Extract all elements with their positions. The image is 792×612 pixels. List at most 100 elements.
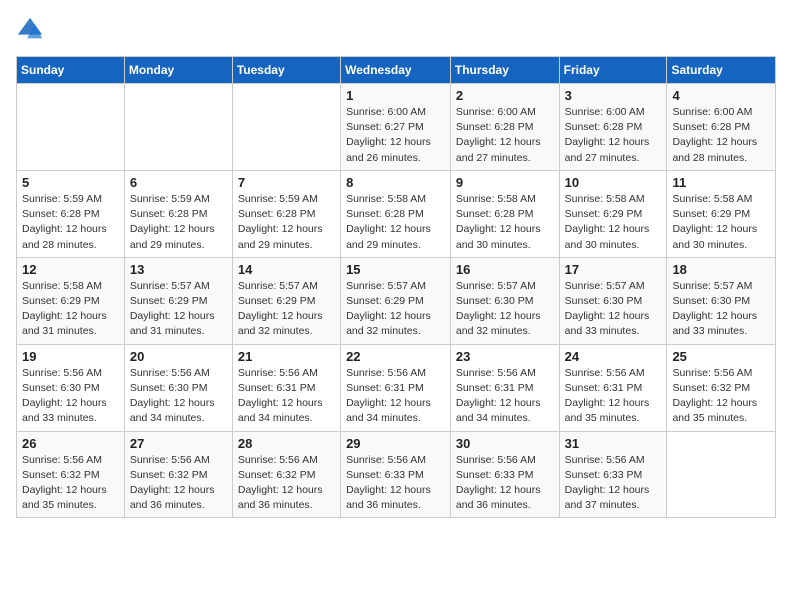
cell-week3-day3: 22 Sunrise: 5:56 AM Sunset: 6:31 PM Dayli… [341, 344, 451, 431]
day-number: 16 [456, 262, 554, 277]
cell-week2-day5: 17Sunrise: 5:57 AM Sunset: 6:30 PM Dayli… [559, 257, 667, 344]
day-number: 30 [456, 436, 554, 451]
day-info: Sunrise: 5:56 AM Sunset: 6:32 PM Dayligh… [22, 453, 119, 514]
calendar-header: SundayMondayTuesdayWednesdayThursdayFrid… [17, 57, 776, 84]
header [16, 16, 776, 44]
header-monday: Monday [124, 57, 232, 84]
cell-week3-day1: 20 Sunrise: 5:56 AM Sunset: 6:30 PM Dayli… [124, 344, 232, 431]
cell-week4-day1: 27 Sunrise: 5:56 AM Sunset: 6:32 PM Dayli… [124, 431, 232, 518]
week-row-2: 12 Sunrise: 5:58 AM Sunset: 6:29 PM Dayli… [17, 257, 776, 344]
day-number: 1 [346, 88, 445, 103]
cell-week4-day0: 26 Sunrise: 5:56 AM Sunset: 6:32 PM Dayli… [17, 431, 125, 518]
day-info: Sunrise: 5:57 AM Sunset: 6:29 PM Dayligh… [238, 279, 335, 340]
day-number: 6 [130, 175, 227, 190]
week-row-4: 26 Sunrise: 5:56 AM Sunset: 6:32 PM Dayli… [17, 431, 776, 518]
day-info: Sunrise: 6:00 AM Sunset: 6:28 PM Dayligh… [456, 105, 554, 166]
day-info: Sunrise: 5:57 AM Sunset: 6:30 PM Dayligh… [565, 279, 662, 340]
cell-week2-day6: 18 Sunrise: 5:57 AM Sunset: 6:30 PM Dayli… [667, 257, 776, 344]
day-number: 3 [565, 88, 662, 103]
cell-week0-day6: 4 Sunrise: 6:00 AM Sunset: 6:28 PM Daylig… [667, 84, 776, 171]
day-info: Sunrise: 5:58 AM Sunset: 6:29 PM Dayligh… [22, 279, 119, 340]
day-info: Sunrise: 5:58 AM Sunset: 6:28 PM Dayligh… [456, 192, 554, 253]
day-number: 29 [346, 436, 445, 451]
header-wednesday: Wednesday [341, 57, 451, 84]
day-number: 12 [22, 262, 119, 277]
cell-week4-day3: 29 Sunrise: 5:56 AM Sunset: 6:33 PM Dayli… [341, 431, 451, 518]
day-number: 20 [130, 349, 227, 364]
cell-week2-day2: 14 Sunrise: 5:57 AM Sunset: 6:29 PM Dayli… [232, 257, 340, 344]
day-info: Sunrise: 6:00 AM Sunset: 6:27 PM Dayligh… [346, 105, 445, 166]
cell-week1-day5: 10 Sunrise: 5:58 AM Sunset: 6:29 PM Dayli… [559, 170, 667, 257]
cell-week0-day5: 3 Sunrise: 6:00 AM Sunset: 6:28 PM Daylig… [559, 84, 667, 171]
day-number: 11 [672, 175, 770, 190]
day-info: Sunrise: 5:58 AM Sunset: 6:29 PM Dayligh… [565, 192, 662, 253]
cell-week0-day3: 1 Sunrise: 6:00 AM Sunset: 6:27 PM Daylig… [341, 84, 451, 171]
day-number: 2 [456, 88, 554, 103]
cell-week0-day1 [124, 84, 232, 171]
day-info: Sunrise: 5:56 AM Sunset: 6:33 PM Dayligh… [456, 453, 554, 514]
day-info: Sunrise: 6:00 AM Sunset: 6:28 PM Dayligh… [565, 105, 662, 166]
cell-week1-day0: 5Sunrise: 5:59 AM Sunset: 6:28 PM Daylig… [17, 170, 125, 257]
logo-icon [16, 16, 44, 44]
day-info: Sunrise: 5:58 AM Sunset: 6:28 PM Dayligh… [346, 192, 445, 253]
week-row-3: 19 Sunrise: 5:56 AM Sunset: 6:30 PM Dayli… [17, 344, 776, 431]
header-saturday: Saturday [667, 57, 776, 84]
day-info: Sunrise: 5:56 AM Sunset: 6:31 PM Dayligh… [565, 366, 662, 427]
day-info: Sunrise: 5:57 AM Sunset: 6:29 PM Dayligh… [130, 279, 227, 340]
cell-week3-day0: 19 Sunrise: 5:56 AM Sunset: 6:30 PM Dayli… [17, 344, 125, 431]
day-info: Sunrise: 5:59 AM Sunset: 6:28 PM Dayligh… [130, 192, 227, 253]
header-sunday: Sunday [17, 57, 125, 84]
day-number: 4 [672, 88, 770, 103]
header-thursday: Thursday [450, 57, 559, 84]
cell-week1-day1: 6 Sunrise: 5:59 AM Sunset: 6:28 PM Daylig… [124, 170, 232, 257]
week-row-1: 5 Sunrise: 5:59 AM Sunset: 6:28 PM Daylig… [17, 170, 776, 257]
day-number: 18 [672, 262, 770, 277]
day-number: 23 [456, 349, 554, 364]
day-number: 21 [238, 349, 335, 364]
day-info: Sunrise: 5:56 AM Sunset: 6:31 PM Dayligh… [238, 366, 335, 427]
cell-week0-day4: 2 Sunrise: 6:00 AM Sunset: 6:28 PM Daylig… [450, 84, 559, 171]
day-number: 13 [130, 262, 227, 277]
day-info: Sunrise: 6:00 AM Sunset: 6:28 PM Dayligh… [672, 105, 770, 166]
day-info: Sunrise: 5:58 AM Sunset: 6:29 PM Dayligh… [672, 192, 770, 253]
day-info: Sunrise: 5:56 AM Sunset: 6:31 PM Dayligh… [456, 366, 554, 427]
cell-week4-day6 [667, 431, 776, 518]
day-number: 31 [565, 436, 662, 451]
day-number: 5 [22, 175, 119, 190]
day-number: 24 [565, 349, 662, 364]
day-info: Sunrise: 5:56 AM Sunset: 6:32 PM Dayligh… [130, 453, 227, 514]
day-info: Sunrise: 5:56 AM Sunset: 6:33 PM Dayligh… [565, 453, 662, 514]
cell-week4-day4: 30 Sunrise: 5:56 AM Sunset: 6:33 PM Dayli… [450, 431, 559, 518]
day-number: 22 [346, 349, 445, 364]
header-row: SundayMondayTuesdayWednesdayThursdayFrid… [17, 57, 776, 84]
cell-week2-day0: 12 Sunrise: 5:58 AM Sunset: 6:29 PM Dayli… [17, 257, 125, 344]
cell-week3-day5: 24 Sunrise: 5:56 AM Sunset: 6:31 PM Dayli… [559, 344, 667, 431]
day-number: 25 [672, 349, 770, 364]
day-info: Sunrise: 5:57 AM Sunset: 6:30 PM Dayligh… [456, 279, 554, 340]
day-number: 10 [565, 175, 662, 190]
day-info: Sunrise: 5:57 AM Sunset: 6:30 PM Dayligh… [672, 279, 770, 340]
header-tuesday: Tuesday [232, 57, 340, 84]
day-info: Sunrise: 5:56 AM Sunset: 6:33 PM Dayligh… [346, 453, 445, 514]
cell-week2-day4: 16 Sunrise: 5:57 AM Sunset: 6:30 PM Dayli… [450, 257, 559, 344]
cell-week0-day2 [232, 84, 340, 171]
cell-week1-day2: 7 Sunrise: 5:59 AM Sunset: 6:28 PM Daylig… [232, 170, 340, 257]
day-info: Sunrise: 5:59 AM Sunset: 6:28 PM Dayligh… [238, 192, 335, 253]
cell-week1-day3: 8Sunrise: 5:58 AM Sunset: 6:28 PM Daylig… [341, 170, 451, 257]
calendar-table: SundayMondayTuesdayWednesdayThursdayFrid… [16, 56, 776, 518]
cell-week0-day0 [17, 84, 125, 171]
day-info: Sunrise: 5:56 AM Sunset: 6:30 PM Dayligh… [130, 366, 227, 427]
cell-week3-day4: 23 Sunrise: 5:56 AM Sunset: 6:31 PM Dayli… [450, 344, 559, 431]
day-number: 27 [130, 436, 227, 451]
header-friday: Friday [559, 57, 667, 84]
day-number: 19 [22, 349, 119, 364]
day-number: 14 [238, 262, 335, 277]
day-number: 7 [238, 175, 335, 190]
day-info: Sunrise: 5:56 AM Sunset: 6:31 PM Dayligh… [346, 366, 445, 427]
day-number: 28 [238, 436, 335, 451]
day-info: Sunrise: 5:56 AM Sunset: 6:30 PM Dayligh… [22, 366, 119, 427]
day-number: 26 [22, 436, 119, 451]
logo [16, 16, 46, 44]
cell-week1-day6: 11 Sunrise: 5:58 AM Sunset: 6:29 PM Dayli… [667, 170, 776, 257]
cell-week3-day2: 21 Sunrise: 5:56 AM Sunset: 6:31 PM Dayli… [232, 344, 340, 431]
